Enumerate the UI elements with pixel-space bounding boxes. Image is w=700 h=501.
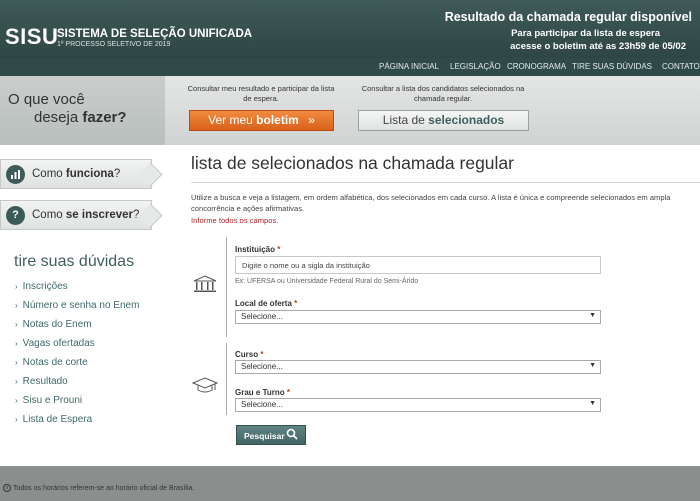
sidebar-link-inscricoes[interactable]: › Inscrições bbox=[15, 281, 68, 292]
double-chevron-icon: » bbox=[308, 113, 315, 127]
sidebar-link-numero-senha[interactable]: › Número e senha no Enem bbox=[15, 300, 139, 311]
title-divider bbox=[191, 182, 700, 183]
local-label: Local de oferta * bbox=[235, 299, 298, 308]
arrow-icon: › bbox=[15, 320, 18, 329]
como-inscrever-label: Como se inscrever? bbox=[32, 209, 140, 221]
sisu-logo[interactable]: SISU bbox=[5, 24, 58, 50]
lista-selecionados-button[interactable]: Lista de selecionados bbox=[358, 110, 529, 131]
como-funciona-label: Como funciona? bbox=[32, 168, 121, 180]
sidebar-link-resultado[interactable]: › Resultado bbox=[15, 376, 68, 387]
curso-select[interactable]: Selecione... ▼ bbox=[235, 360, 601, 374]
action-bar: O que você deseja fazer? Consultar meu r… bbox=[0, 76, 700, 145]
dropdown-icon: ▼ bbox=[589, 400, 596, 407]
instituicao-hint: Ex: UFERSA ou Universidade Federal Rural… bbox=[235, 278, 419, 285]
question-icon: ? bbox=[6, 206, 25, 225]
sidebar-link-lista-espera[interactable]: › Lista de Espera bbox=[15, 414, 92, 425]
page-title: lista de selecionados na chamada regular bbox=[191, 153, 514, 173]
dropdown-icon: ▼ bbox=[589, 312, 596, 319]
dropdown-icon: ▼ bbox=[589, 362, 596, 369]
arrow-icon: › bbox=[15, 377, 18, 386]
nav-contato[interactable]: CONTATO bbox=[662, 62, 700, 71]
nav-legislacao[interactable]: LEGISLAÇÃO bbox=[450, 62, 501, 71]
site-subtitle: 1º PROCESSO SELETIVO DE 2019 bbox=[57, 41, 171, 48]
notice-title: Resultado da chamada regular disponível bbox=[444, 10, 692, 24]
group-divider bbox=[226, 343, 227, 415]
site-title: SISTEMA DE SELEÇÃO UNIFICADA bbox=[57, 28, 253, 40]
instituicao-label: Instituição * bbox=[235, 245, 281, 254]
sidebar-link-notas-enem[interactable]: › Notas do Enem bbox=[15, 319, 92, 330]
footer: ∨ Todos os horários referem-se ao horári… bbox=[0, 466, 700, 501]
question-line2: deseja fazer? bbox=[34, 109, 127, 126]
arrow-icon: › bbox=[15, 301, 18, 310]
boletim-description: Consultar meu resultado e participar da … bbox=[187, 84, 335, 103]
site-header: SISU SISTEMA DE SELEÇÃO UNIFICADA 1º PRO… bbox=[0, 0, 700, 58]
group-divider bbox=[226, 237, 227, 337]
main-content: Como funciona? ? Como se inscrever? tire… bbox=[0, 145, 700, 466]
nav-tire-duvidas[interactable]: TIRE SUAS DÚVIDAS bbox=[572, 62, 652, 71]
search-icon bbox=[286, 428, 298, 443]
institution-icon bbox=[193, 275, 217, 298]
nav-pagina-inicial[interactable]: PÁGINA INICIAL bbox=[379, 62, 439, 71]
local-oferta-select[interactable]: Selecione... ▼ bbox=[235, 310, 601, 324]
curso-label: Curso * bbox=[235, 350, 264, 359]
instituicao-input[interactable]: Digite o nome ou a sigla da instituição bbox=[235, 256, 601, 274]
arrow-icon: › bbox=[15, 415, 18, 424]
question-line1: O que você bbox=[8, 91, 85, 108]
arrow-icon: › bbox=[15, 282, 18, 291]
selecionados-description: Consultar a lista dos candidatos selecio… bbox=[361, 84, 525, 103]
arrow-icon: › bbox=[15, 339, 18, 348]
required-note: Informe todos os campos. bbox=[191, 216, 279, 225]
sidebar-link-vagas[interactable]: › Vagas ofertadas bbox=[15, 338, 95, 349]
clock-icon: ∨ bbox=[3, 484, 11, 492]
grau-turno-label: Grau e Turno * bbox=[235, 388, 290, 397]
grau-turno-select[interactable]: Selecione... ▼ bbox=[235, 398, 601, 412]
notice-line2: Para participar da lista de espera bbox=[511, 28, 660, 39]
sidebar-link-sisu-prouni[interactable]: › Sisu e Prouni bbox=[15, 395, 82, 406]
duvidas-heading: tire suas dúvidas bbox=[14, 253, 135, 270]
nav-cronograma[interactable]: CRONOGRAMA bbox=[507, 62, 566, 71]
sidebar-link-notas-corte[interactable]: › Notas de corte bbox=[15, 357, 88, 368]
graduation-cap-icon bbox=[191, 377, 219, 400]
intro-text: Utilize a busca e veja a listagem, em or… bbox=[191, 193, 671, 213]
pesquisar-button[interactable]: Pesquisar bbox=[236, 425, 306, 445]
ver-boletim-button[interactable]: Ver meu boletim » bbox=[189, 110, 334, 131]
top-nav: PÁGINA INICIAL LEGISLAÇÃO CRONOGRAMA TIR… bbox=[0, 58, 700, 76]
arrow-icon: › bbox=[15, 396, 18, 405]
como-inscrever-button[interactable]: ? Como se inscrever? bbox=[0, 200, 152, 230]
notice-line3: acesse o boletim até as 23h59 de 05/02 bbox=[510, 41, 686, 52]
como-funciona-button[interactable]: Como funciona? bbox=[0, 159, 152, 189]
chart-icon bbox=[6, 165, 25, 184]
arrow-icon: › bbox=[15, 358, 18, 367]
footer-note: Todos os horários referem-se ao horário … bbox=[13, 485, 195, 492]
question-box: O que você deseja fazer? bbox=[0, 76, 165, 145]
